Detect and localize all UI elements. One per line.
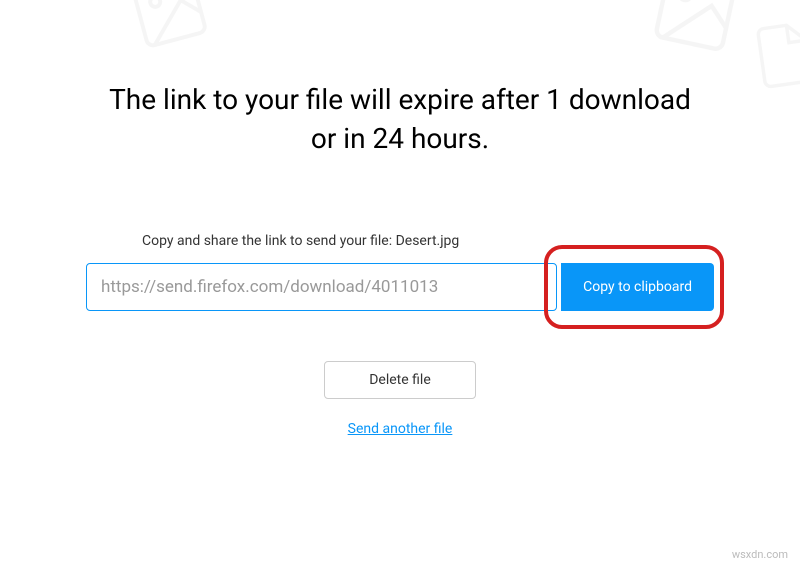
expiry-heading: The link to your file will expire after … [100, 80, 700, 158]
delete-file-button[interactable]: Delete file [324, 361, 476, 399]
link-row: Copy to clipboard [86, 263, 714, 311]
copy-instruction: Copy and share the link to send your fil… [142, 233, 459, 249]
copy-to-clipboard-button[interactable]: Copy to clipboard [561, 263, 714, 311]
share-link-input[interactable] [86, 263, 557, 311]
send-another-file-link[interactable]: Send another file [348, 421, 453, 437]
watermark-text: wsxdn.com [732, 548, 788, 561]
main-container: The link to your file will expire after … [0, 0, 800, 569]
